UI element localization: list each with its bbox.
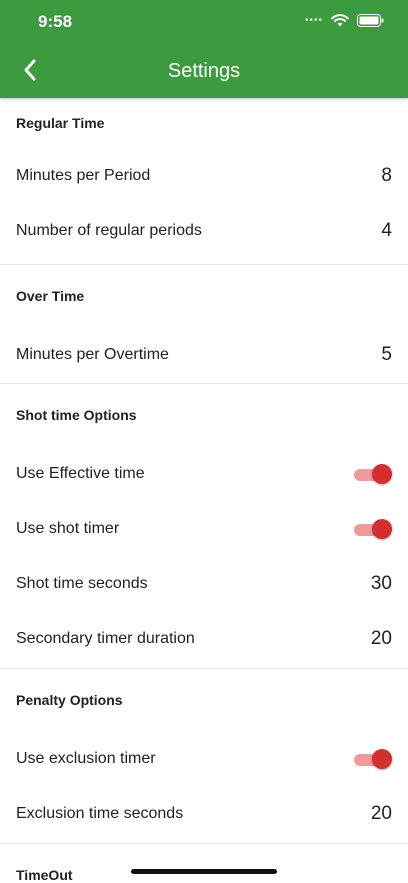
section-timeout: TimeOut [0, 844, 408, 883]
section-title: Regular Time [16, 115, 105, 131]
toggle-thumb [372, 463, 392, 484]
exclusion-timer-toggle[interactable] [354, 748, 392, 770]
setting-value: 30 [370, 572, 392, 594]
setting-number-of-periods[interactable]: Number of regular periods 4 [0, 203, 408, 258]
setting-minutes-per-overtime[interactable]: Minutes per Overtime 5 [0, 327, 408, 382]
shot-timer-toggle[interactable] [354, 518, 392, 540]
setting-value: 20 [370, 802, 392, 824]
status-icons: •••• [305, 14, 384, 27]
home-indicator[interactable] [131, 869, 277, 874]
setting-use-shot-timer[interactable]: Use shot timer [0, 501, 408, 556]
page-title: Settings [167, 60, 241, 82]
effective-time-toggle[interactable] [354, 463, 392, 485]
setting-label: Minutes per Overtime [16, 345, 169, 363]
setting-label: Minutes per Period [16, 166, 151, 184]
settings-list: Regular Time Minutes per Period 8 Number… [0, 98, 408, 883]
section-title: TimeOut [16, 867, 73, 883]
setting-value: 8 [381, 164, 392, 186]
setting-label: Exclusion time seconds [16, 804, 184, 822]
section-title: Shot time Options [16, 407, 137, 423]
setting-exclusion-time-seconds[interactable]: Exclusion time seconds 20 [0, 786, 408, 841]
setting-minutes-per-period[interactable]: Minutes per Period 8 [0, 148, 408, 203]
section-title: Penalty Options [16, 692, 123, 708]
app-header: 9:58 •••• Settings [0, 0, 408, 98]
setting-label: Use Effective time [16, 464, 145, 482]
setting-secondary-timer-duration[interactable]: Secondary timer duration 20 [0, 611, 408, 666]
setting-label: Number of regular periods [16, 221, 202, 239]
setting-value: 4 [381, 219, 392, 241]
status-time: 9:58 [38, 12, 73, 31]
setting-use-effective-time[interactable]: Use Effective time [0, 446, 408, 501]
toggle-thumb [372, 748, 392, 769]
setting-label: Use shot timer [16, 519, 120, 537]
wifi-icon [331, 14, 349, 27]
section-regular-time: Regular Time Minutes per Period 8 Number… [0, 98, 408, 265]
setting-label: Shot time seconds [16, 574, 148, 592]
setting-use-exclusion-timer[interactable]: Use exclusion timer [0, 731, 408, 786]
battery-icon [357, 14, 384, 27]
signal-icon: •••• [304, 15, 323, 26]
setting-value: 5 [381, 343, 392, 365]
setting-label: Use exclusion timer [16, 749, 156, 767]
setting-shot-time-seconds[interactable]: Shot time seconds 30 [0, 556, 408, 611]
toggle-thumb [372, 518, 392, 539]
section-title: Over Time [16, 288, 85, 304]
settings-screen: 9:58 •••• Settings Regular Time Minutes … [0, 0, 408, 883]
section-shot-time: Shot time Options Use Effective time Use… [0, 384, 408, 669]
setting-label: Secondary timer duration [16, 629, 195, 647]
setting-value: 20 [370, 627, 392, 649]
section-over-time: Over Time Minutes per Overtime 5 [0, 265, 408, 384]
section-penalty: Penalty Options Use exclusion timer Excl… [0, 669, 408, 844]
